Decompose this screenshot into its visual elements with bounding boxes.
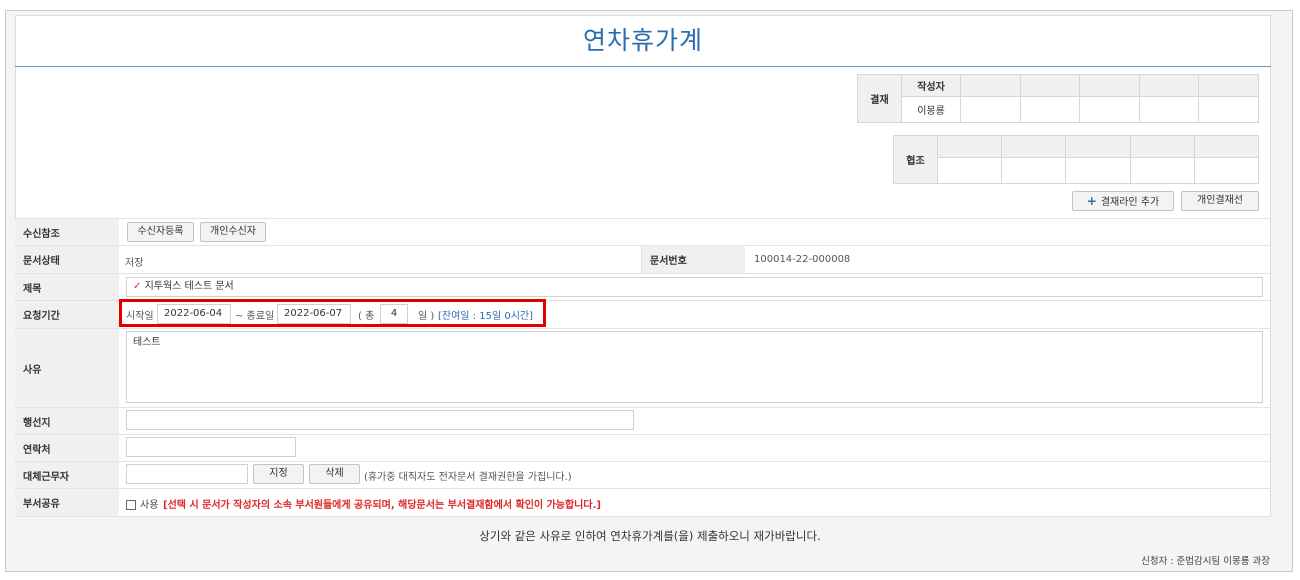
cooperation-slot[interactable]: [1129, 135, 1195, 158]
register-recipient-button[interactable]: 수신자등록: [127, 222, 194, 242]
doc-status-value: 저장: [125, 258, 144, 269]
highlight-box: [119, 299, 546, 327]
subject-input[interactable]: ✓ 지투웍스 테스트 문서: [126, 277, 1263, 297]
share-note: [선택 시 문서가 작성자의 소속 부서원들에게 공유되며, 해당문서는 부서결…: [163, 500, 601, 511]
cooperation-table: 협조: [893, 135, 1260, 184]
contact-input[interactable]: [126, 437, 296, 457]
check-icon: ✓: [133, 281, 142, 292]
page-title: 연차휴가계: [15, 15, 1271, 67]
approval-slot[interactable]: [1138, 74, 1200, 97]
period-label: 요청기간: [15, 301, 119, 328]
cooperation-slot[interactable]: [1065, 135, 1131, 158]
add-approval-line-button[interactable]: + 결재라인 추가: [1072, 191, 1174, 211]
cooperation-slot[interactable]: [936, 135, 1003, 158]
approval-slot[interactable]: [1019, 74, 1081, 97]
approval-slot[interactable]: [960, 74, 1021, 97]
approval-label: 결재: [857, 74, 902, 123]
personal-recipient-button[interactable]: 개인수신자: [200, 222, 266, 242]
cooperation-slot[interactable]: [1193, 135, 1260, 158]
subject-label: 제목: [15, 274, 119, 300]
doc-status-label: 문서상태: [15, 246, 119, 273]
destination-label: 행선지: [15, 408, 119, 434]
submission-statement: 상기와 같은 사유로 인하여 연차휴가계를(을) 제출하오니 재가바랍니다.: [479, 529, 821, 543]
writer-header: 작성자: [901, 74, 961, 97]
doc-number-label: 문서번호: [641, 246, 745, 273]
cooperation-slot[interactable]: [1001, 135, 1067, 158]
assign-button[interactable]: 지정: [253, 464, 304, 484]
approval-sign-cell: [960, 96, 1021, 123]
dept-share-label: 부서공유: [15, 489, 119, 516]
substitute-input[interactable]: [126, 464, 248, 484]
approval-table: 결재 작성자 이몽룡: [857, 74, 1259, 123]
cooperation-sign-cell: [1193, 157, 1260, 184]
row-doc-status: 문서상태 저장 문서번호 100014-22-000008: [15, 245, 1271, 273]
approval-sign-cell: [1079, 96, 1140, 123]
recipient-ref-label: 수신참조: [15, 219, 119, 245]
approval-slot[interactable]: [1079, 74, 1140, 97]
cooperation-sign-cell: [936, 157, 1003, 184]
dept-share-option: 사용: [126, 496, 158, 511]
delete-button[interactable]: 삭제: [309, 464, 360, 484]
cooperation-label: 협조: [893, 135, 938, 184]
approval-sign-cell: [1019, 96, 1081, 123]
personal-approval-button[interactable]: 개인결재선: [1181, 191, 1259, 211]
applicant-info: 신청자 : 준법감시팀 이몽룡 과장: [1141, 556, 1270, 567]
cooperation-sign-cell: [1065, 157, 1131, 184]
destination-input[interactable]: [126, 410, 634, 430]
plus-icon: +: [1086, 194, 1097, 208]
reason-label: 사유: [15, 329, 119, 407]
share-checkbox[interactable]: [126, 500, 136, 510]
cooperation-sign-cell: [1001, 157, 1067, 184]
cooperation-sign-cell: [1129, 157, 1195, 184]
use-label: 사용: [140, 500, 159, 511]
writer-name: 이몽룡: [901, 96, 961, 123]
contact-label: 연락처: [15, 435, 119, 461]
substitute-label: 대체근무자: [15, 462, 119, 488]
doc-number-value: 100014-22-000008: [754, 254, 851, 265]
approval-slot[interactable]: [1198, 74, 1259, 97]
approval-sign-cell: [1198, 96, 1259, 123]
substitute-note: (휴가중 대직자도 전자문서 결재권한을 가집니다.): [364, 472, 572, 483]
approval-sign-cell: [1138, 96, 1200, 123]
reason-textarea[interactable]: 테스트: [126, 331, 1263, 403]
